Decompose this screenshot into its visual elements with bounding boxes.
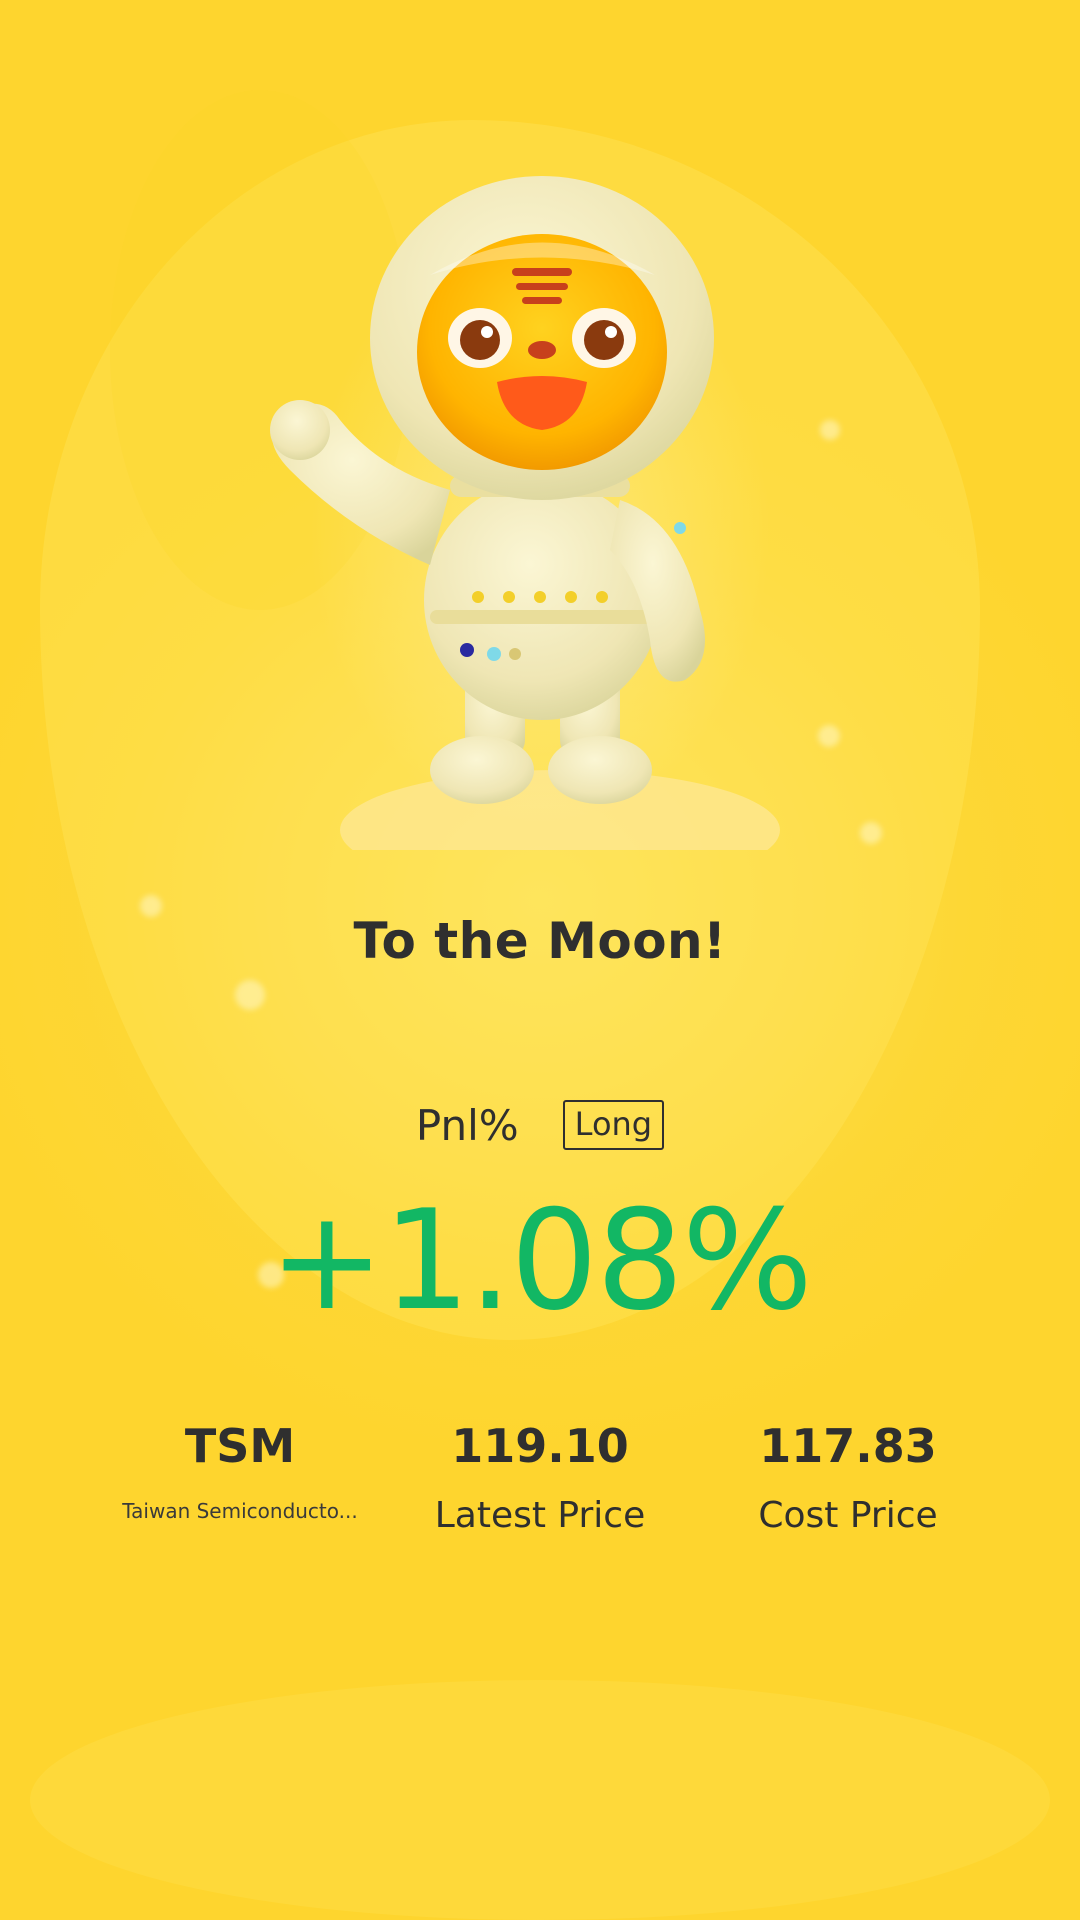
latest-price-label: Latest Price [434,1495,646,1536]
stats-row: TSM Taiwan Semiconducto... 119.10 Latest… [0,1410,1080,1560]
sparkle [235,980,265,1010]
latest-price-value: 119.10 [451,1419,629,1473]
sparkle [818,725,840,747]
stock-name: Taiwan Semiconducto... [122,1499,358,1523]
cost-price-value: 117.83 [759,1419,937,1473]
sparkle [820,420,840,440]
sparkle [860,822,882,844]
position-badge: Long [562,1100,665,1150]
background-blob [30,1680,1050,1920]
tiger-astronaut-mascot-icon [260,170,820,850]
stock-symbol: TSM [184,1419,296,1473]
pnl-share-card: To the Moon! Pnl% Long +1.08% TSM Taiwan… [0,0,1080,1920]
cost-price: 117.83 Cost Price [698,1410,998,1546]
latest-price: 119.10 Latest Price [390,1410,690,1546]
stock-info: TSM Taiwan Semiconducto... [90,1410,390,1536]
pnl-label: Pnl% [415,1100,519,1150]
cost-price-label: Cost Price [758,1495,938,1536]
headline: To the Moon! [353,912,727,970]
pnl-header: Pnl% Long [0,1100,1080,1150]
pnl-percentage: +1.08% [268,1180,813,1341]
